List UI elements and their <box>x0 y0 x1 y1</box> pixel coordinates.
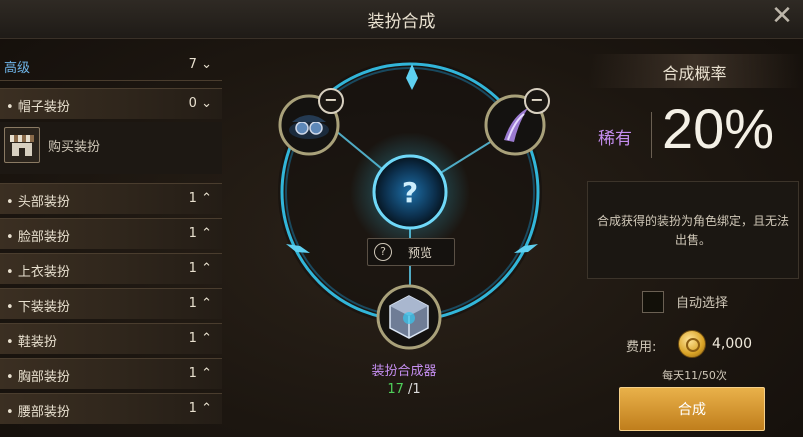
category-list: 高级 7 ⌄ • 帽子装扮 0 ⌄ 购买装扮 • 头部装扮 1 ⌃ • 脸部装扮… <box>0 44 222 437</box>
crafter-slot[interactable] <box>376 284 442 350</box>
chevron-up-icon: ⌃ <box>201 331 212 346</box>
remove-right-button[interactable]: − <box>524 88 550 114</box>
synthesis-area: ? − − ? 预览 装扮合成器 17 /1 <box>222 38 586 437</box>
category-label: 脸部装扮 <box>17 230 70 245</box>
synthesis-cube-icon <box>376 284 442 350</box>
crafter-required: 1 <box>412 382 421 397</box>
chevron-up-icon: ⌃ <box>201 296 212 311</box>
fee-value: 4,000 <box>712 336 753 352</box>
bullet-icon: • <box>6 405 14 420</box>
info-text: 合成获得的装扮为角色绑定，且无法出售。 <box>596 214 789 247</box>
bullet-icon: • <box>6 370 14 385</box>
preview-label: 预览 <box>408 246 433 260</box>
bullet-icon: • <box>6 100 14 115</box>
category-row-bottom[interactable]: • 下装装扮 1 ⌃ <box>0 288 222 319</box>
category-label: 头部装扮 <box>17 195 70 210</box>
chevron-down-icon: ⌄ <box>201 96 212 111</box>
category-label: 鞋装扮 <box>17 335 57 350</box>
crafter-name: 装扮合成器 <box>371 364 437 379</box>
chevron-up-icon: ⌃ <box>201 191 212 206</box>
preview-button[interactable]: ? 预览 <box>367 238 455 266</box>
category-count: 1 <box>188 226 197 241</box>
category-label: 上衣装扮 <box>17 265 70 280</box>
bullet-icon: • <box>6 300 14 315</box>
chevron-up-icon: ⌃ <box>201 226 212 241</box>
probability-title: 合成概率 <box>662 64 727 83</box>
synthesize-button[interactable]: 合成 <box>619 387 765 431</box>
info-box: 合成获得的装扮为角色绑定，且无法出售。 <box>587 181 799 279</box>
category-label: 下装装扮 <box>17 300 70 315</box>
grade-label: 高级 <box>4 61 31 76</box>
auto-select-checkbox[interactable] <box>642 291 664 313</box>
svg-text:?: ? <box>402 176 418 209</box>
category-count: 1 <box>188 191 197 206</box>
window-title: 装扮合成 <box>367 12 436 32</box>
category-label: 腰部装扮 <box>17 405 70 420</box>
synthesize-button-label: 合成 <box>678 402 706 418</box>
question-icon: ? <box>372 154 448 230</box>
chevron-up-icon: ⌃ <box>201 366 212 381</box>
chevron-up-icon: ⌃ <box>201 261 212 276</box>
chevron-down-icon: ⌄ <box>201 57 212 72</box>
bullet-icon: • <box>6 265 14 280</box>
category-count: 1 <box>188 261 197 276</box>
category-count: 0 <box>188 96 197 111</box>
category-count: 1 <box>188 366 197 381</box>
question-magnifier-icon: ? <box>374 243 392 261</box>
buy-dressup-item[interactable]: 购买装扮 <box>0 122 222 174</box>
title-bar: 装扮合成 ✕ <box>0 0 803 39</box>
probability-panel: 合成概率 稀有 20% 合成获得的装扮为角色绑定，且无法出售。 自动选择 费用:… <box>586 38 803 437</box>
category-row-head[interactable]: • 头部装扮 1 ⌃ <box>0 183 222 214</box>
category-count: 1 <box>188 331 197 346</box>
category-row-shoes[interactable]: • 鞋装扮 1 ⌃ <box>0 323 222 354</box>
category-row-waist[interactable]: • 腰部装扮 1 ⌃ <box>0 393 222 424</box>
fee-label: 费用: <box>626 340 657 355</box>
bullet-icon: • <box>6 230 14 245</box>
rarity-label: 稀有 <box>598 129 632 149</box>
category-row-face[interactable]: • 脸部装扮 1 ⌃ <box>0 218 222 249</box>
gold-coin-icon <box>678 330 706 358</box>
divider <box>651 112 652 158</box>
grade-selector[interactable]: 高级 7 ⌄ <box>0 50 222 81</box>
grade-value: 7 <box>188 57 197 72</box>
category-label: 帽子装扮 <box>17 100 70 115</box>
chevron-up-icon: ⌃ <box>201 401 212 416</box>
crafter-owned: 17 <box>387 382 404 397</box>
category-count: 1 <box>188 401 197 416</box>
crafter-count: 17 /1 <box>222 382 586 397</box>
remove-left-button[interactable]: − <box>318 88 344 114</box>
daily-limit: 每天11/50次 <box>662 369 727 382</box>
category-row-top[interactable]: • 上衣装扮 1 ⌃ <box>0 253 222 284</box>
shop-icon <box>4 127 40 163</box>
category-row-hat[interactable]: • 帽子装扮 0 ⌄ <box>0 88 222 119</box>
close-icon[interactable]: ✕ <box>767 2 797 32</box>
category-label: 胸部装扮 <box>17 370 70 385</box>
auto-select-label: 自动选择 <box>676 296 729 311</box>
buy-dressup-label[interactable]: 购买装扮 <box>48 136 100 155</box>
bullet-icon: • <box>6 195 14 210</box>
dressup-synthesis-window: 装扮合成 ✕ 高级 7 ⌄ • 帽子装扮 0 ⌄ 购买装扮 • 头部装扮 1 ⌃… <box>0 0 803 437</box>
category-row-chest[interactable]: • 胸部装扮 1 ⌃ <box>0 358 222 389</box>
category-count: 1 <box>188 296 197 311</box>
probability-value: 20% <box>662 97 775 160</box>
result-slot[interactable]: ? <box>372 154 448 230</box>
bullet-icon: • <box>6 335 14 350</box>
